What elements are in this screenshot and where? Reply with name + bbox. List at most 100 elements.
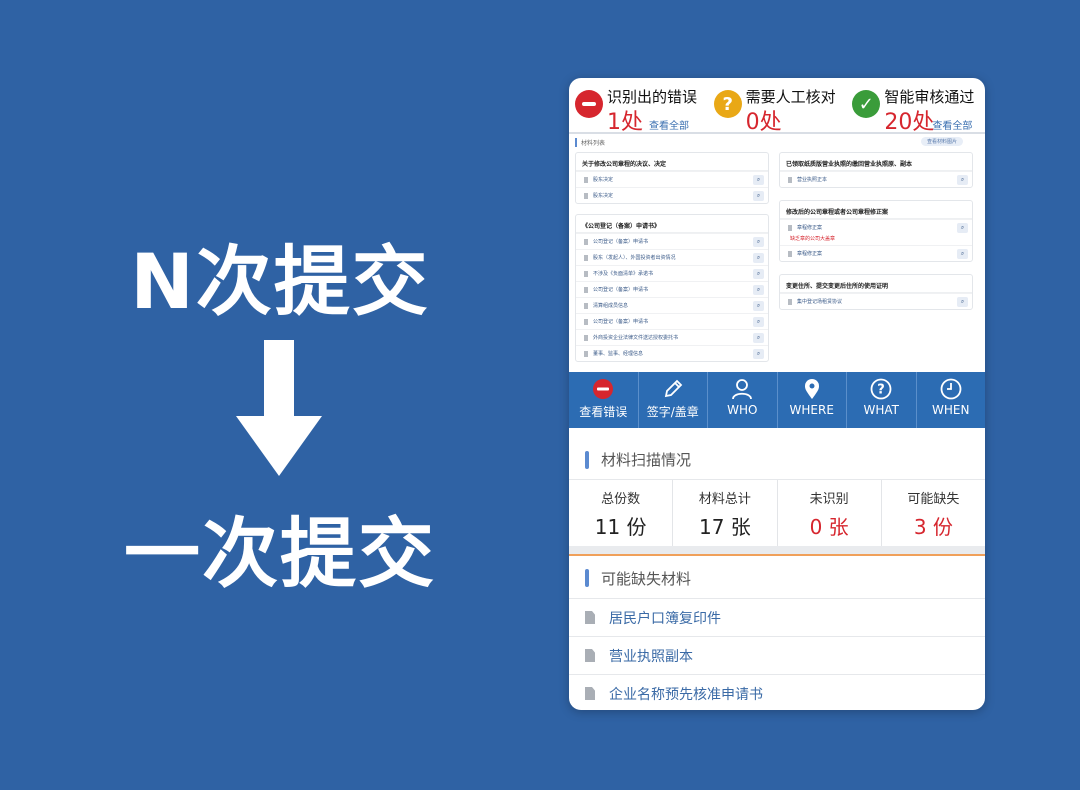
file-icon — [788, 176, 792, 183]
material-group-title: 修改后的公司章程或者公司章程修正案 — [780, 201, 972, 219]
scan-status-title: 材料扫描情况 — [601, 451, 692, 469]
material-group: 关于修改公司章程的决议、决定 股东决定 ⌕ 股东决定 ⌕ — [575, 152, 769, 204]
missing-item[interactable]: 企业名称预先核准申请书 — [569, 674, 985, 710]
stat-value: 17 张 — [698, 515, 751, 539]
material-item[interactable]: 外商投资企业法律文件送达授权委托书 ⌕ — [576, 329, 768, 345]
stat-label: 总份数 — [601, 492, 641, 507]
action-toolbar: 查看错误 签字/盖章 WHO WHERE ? WHAT WHEN — [569, 372, 985, 428]
material-item[interactable]: 营业执照正本 ⌕ — [780, 171, 972, 187]
toolbar-sign-stamp[interactable]: 签字/盖章 — [639, 372, 708, 428]
material-column-right: 已领取纸质版营业执照的缴回营业执照原、副本 营业执照正本 ⌕ 修改后的公司章程或者… — [779, 152, 973, 318]
zoom-icon[interactable]: ⌕ — [957, 249, 968, 259]
file-icon — [584, 286, 588, 293]
zoom-icon[interactable]: ⌕ — [957, 175, 968, 185]
question-circle-icon: ? — [870, 378, 892, 400]
zoom-icon[interactable]: ⌕ — [753, 237, 764, 247]
file-icon — [584, 270, 588, 277]
summary-passed: ✓ 智能审核通过 20处 查看全部 — [846, 78, 985, 135]
slogan-before: N次提交 — [130, 237, 430, 326]
zoom-icon[interactable]: ⌕ — [753, 269, 764, 279]
summary-errors: 识别出的错误 1处 查看全部 — [569, 78, 708, 135]
toolbar-label: WHAT — [863, 403, 900, 417]
material-item[interactable]: 股东决定 ⌕ — [576, 187, 768, 203]
zoom-icon[interactable]: ⌕ — [753, 191, 764, 201]
zoom-icon[interactable]: ⌕ — [753, 333, 764, 343]
missing-materials-title: 可能缺失材料 — [601, 569, 692, 588]
material-item-name: 清算组成员信息 — [593, 303, 629, 309]
material-item-name: 股东决定 — [593, 177, 614, 183]
section-bar — [575, 137, 577, 147]
missing-item[interactable]: 居民户口簿复印件 — [569, 598, 985, 636]
material-item-name: 不涉及《负面清单》承诺书 — [593, 271, 654, 277]
missing-item[interactable]: 营业执照副本 — [569, 636, 985, 674]
toolbar-view-errors[interactable]: 查看错误 — [569, 372, 639, 428]
file-icon — [584, 176, 588, 183]
summary-count: 0处 — [745, 110, 782, 135]
view-all-link[interactable]: 查看全部 — [932, 117, 972, 132]
toolbar-where[interactable]: WHERE — [778, 372, 847, 428]
file-icon — [788, 224, 792, 231]
material-item[interactable]: 股东决定 ⌕ — [576, 171, 768, 187]
material-group: 已领取纸质版营业执照的缴回营业执照原、副本 营业执照正本 ⌕ — [779, 152, 973, 188]
material-list: 关于修改公司章程的决议、决定 股东决定 ⌕ 股东决定 ⌕ 《公司登记（备案）申请书》… — [569, 150, 985, 386]
zoom-icon[interactable]: ⌕ — [957, 223, 968, 233]
zoom-icon[interactable]: ⌕ — [753, 301, 764, 311]
view-images-button[interactable]: 查看材料图片 — [920, 137, 963, 146]
stat-value: 0 张 — [809, 515, 849, 539]
missing-item-name: 企业名称预先核准申请书 — [609, 686, 763, 703]
material-item-name: 公司登记（备案）申请书 — [593, 287, 649, 293]
material-item[interactable]: 集中登记场租赁协议 ⌕ — [780, 293, 972, 309]
material-group-title: 《公司登记（备案）申请书》 — [576, 215, 768, 233]
material-group-title: 关于修改公司章程的决议、决定 — [576, 153, 768, 171]
toolbar-label: WHO — [727, 403, 758, 417]
material-list-label: 材料列表 — [581, 139, 606, 147]
clock-icon — [940, 378, 962, 400]
zoom-icon[interactable]: ⌕ — [753, 285, 764, 295]
zoom-icon[interactable]: ⌕ — [753, 253, 764, 263]
stat-value: 11 份 — [594, 515, 647, 539]
slogan-after: 一次提交 — [124, 509, 436, 598]
material-item[interactable]: 清算组成员信息 ⌕ — [576, 297, 768, 313]
file-icon — [584, 350, 588, 357]
material-group-title: 变更住所、提交变更后住所的使用证明 — [780, 275, 972, 293]
zoom-icon[interactable]: ⌕ — [753, 317, 764, 327]
toolbar-when[interactable]: WHEN — [917, 372, 986, 428]
material-item[interactable]: 章程修正案 ⌕ — [780, 219, 972, 235]
location-pin-icon — [804, 379, 819, 399]
toolbar-who[interactable]: WHO — [708, 372, 778, 428]
material-group: 修改后的公司章程或者公司章程修正案 章程修正案 ⌕ 缺乏章的公司大盖章 章程修正案… — [779, 200, 973, 262]
missing-item-name: 营业执照副本 — [609, 648, 693, 665]
zoom-icon[interactable]: ⌕ — [957, 297, 968, 307]
stat-total-pages: 材料总计 17 张 — [673, 480, 778, 546]
file-icon — [585, 687, 595, 700]
material-item[interactable]: 公司登记（备案）申请书 ⌕ — [576, 313, 768, 329]
material-item[interactable]: 章程修正案 ⌕ — [780, 245, 972, 261]
minus-circle-icon — [593, 379, 614, 399]
material-group: 《公司登记（备案）申请书》 公司登记（备案）申请书 ⌕ 股东（发起人）、外国投资者… — [575, 214, 769, 362]
material-item-name: 股东决定 — [593, 193, 614, 199]
down-arrow-icon — [236, 340, 322, 476]
material-item[interactable]: 股东（发起人）、外国投资者出资情况 ⌕ — [576, 249, 768, 265]
material-column-left: 关于修改公司章程的决议、决定 股东决定 ⌕ 股东决定 ⌕ 《公司登记（备案）申请书》… — [575, 152, 769, 370]
material-group: 变更住所、提交变更后住所的使用证明 集中登记场租赁协议 ⌕ — [779, 274, 973, 310]
zoom-icon[interactable]: ⌕ — [753, 349, 764, 359]
view-all-link[interactable]: 查看全部 — [649, 117, 689, 132]
material-item[interactable]: 公司登记（备案）申请书 ⌕ — [576, 233, 768, 249]
missing-materials-header: 可能缺失材料 — [569, 558, 985, 598]
stat-total-copies: 总份数 11 份 — [569, 480, 674, 546]
material-item[interactable]: 董事、监事、经理信息 ⌕ — [576, 345, 768, 361]
toolbar-what[interactable]: ? WHAT — [847, 372, 917, 428]
toolbar-label: WHERE — [789, 403, 834, 417]
file-icon — [584, 334, 588, 341]
material-item-name: 董事、监事、经理信息 — [593, 351, 644, 357]
material-item[interactable]: 不涉及《负面清单》承诺书 ⌕ — [576, 265, 768, 281]
zoom-icon[interactable]: ⌕ — [753, 175, 764, 185]
file-icon — [584, 238, 588, 245]
material-item[interactable]: 公司登记（备案）申请书 ⌕ — [576, 281, 768, 297]
stat-label: 可能缺失 — [907, 492, 960, 507]
file-icon — [584, 192, 588, 199]
scan-stats: 总份数 11 份 材料总计 17 张 未识别 0 张 可能缺失 3 份 — [569, 480, 985, 546]
summary-count: 1处 — [607, 110, 643, 135]
summary-count: 20处 — [884, 110, 935, 135]
stat-possibly-missing: 可能缺失 3 份 — [882, 480, 985, 546]
